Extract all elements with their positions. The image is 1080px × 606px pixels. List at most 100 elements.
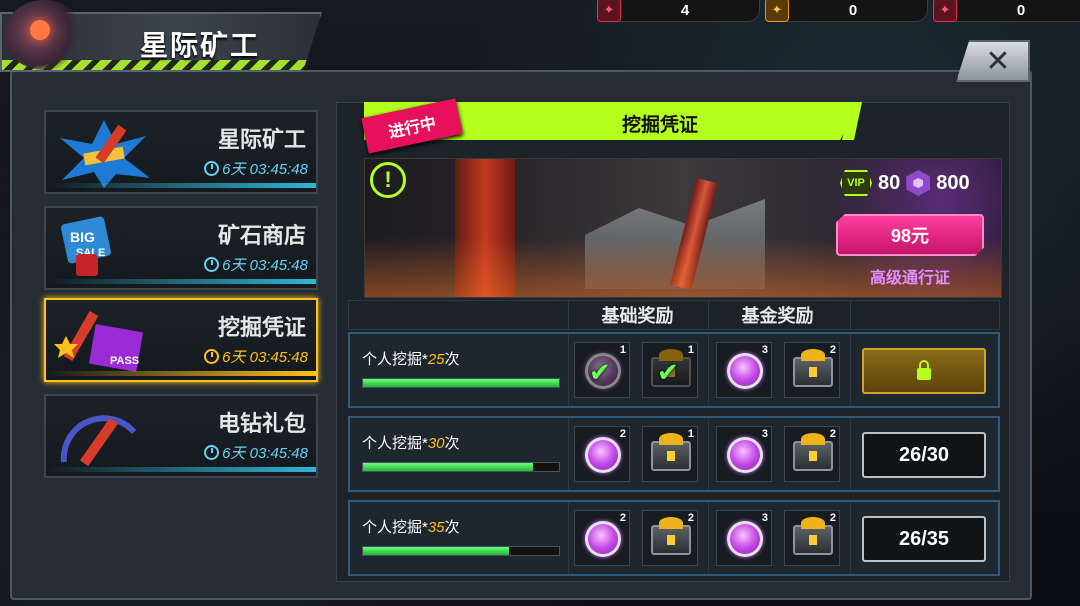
reward-item-slot[interactable]: 1 ✔ [642,342,698,398]
progress-button[interactable]: 26/30 [862,432,986,478]
goal-suffix: 次 [444,435,460,452]
tab-label: 星际矿工 [217,127,306,152]
tab-timer: 6天 03:45:48 [204,158,308,179]
cell-divider [708,502,709,574]
reward-item-slot[interactable]: 2 [642,510,698,566]
resource-value: 0 [1016,2,1026,19]
tab-timer: 6天 03:45:48 [204,442,308,463]
tab-underline [46,467,316,472]
goal-text: 个人挖掘* [362,519,428,536]
timer-icon [204,257,220,272]
goal-progress-bar [362,462,560,472]
cell-divider [708,418,709,490]
item-quantity: 2 [687,512,694,524]
reward-item-slot[interactable]: 2 [574,510,630,566]
reward-item-slot[interactable]: 1 ✔ [574,342,630,398]
reward-item-slot[interactable]: 2 [784,510,840,566]
timer-icon [204,445,220,460]
timer-icon [204,161,220,176]
column-fund-reward: 基金奖励 [708,300,846,330]
item-quantity: 2 [829,512,836,524]
progress-fill [363,379,559,387]
pink-drill-icon: ✦ [933,0,957,22]
treasure-chest-icon [793,517,833,555]
resource-counter-red-drill: ✦ 4 [597,0,760,22]
tab-label: 挖掘凭证 [217,315,306,340]
row-goal-label: 个人挖掘*35次 [362,516,460,537]
cell-divider [850,418,851,490]
tab-dig-pass[interactable]: PASS 挖掘凭证 6天 03:45:48 [44,298,318,382]
goal-suffix: 次 [444,519,460,536]
tab-time-text: 6天 03:45:48 [222,445,308,462]
goal-count: 30 [427,435,445,452]
goal-count: 35 [427,519,445,536]
tab-interstellar-miner[interactable]: 星际矿工 6天 03:45:48 [44,110,318,194]
close-icon: ✕ [985,44,1011,78]
buy-pass-button[interactable]: 98元 [836,214,984,256]
page-title: 星际矿工 [140,30,261,61]
item-quantity: 2 [829,344,836,356]
progress-text: 26/35 [898,527,950,550]
gold-drill-icon: ✦ [765,0,789,22]
goal-progress-bar [362,378,560,388]
item-quantity: 3 [761,344,768,356]
mining-sale-icon [60,120,150,188]
tab-time-text: 6天 03:45:48 [222,349,308,366]
check-icon: ✔ [589,357,611,387]
reward-item-slot[interactable]: 1 [642,426,698,482]
goal-text: 个人挖掘* [362,351,428,368]
item-quantity: 1 [687,428,694,440]
reward-item-slot[interactable]: 3 [716,342,772,398]
column-basic-reward: 基础奖励 [568,300,706,330]
pass-reward-summary: VIP 80 800 [840,170,970,196]
item-quantity: 2 [619,428,626,440]
tab-ore-shop[interactable]: BIG SALE 矿石商店 6天 03:45:48 [44,206,318,290]
progress-button[interactable]: 26/35 [862,516,986,562]
treasure-chest-icon [793,433,833,471]
goal-count: 25 [427,351,445,368]
tab-time-text: 6天 03:45:48 [222,161,308,178]
reward-item-slot[interactable]: 2 [784,342,840,398]
big-sale-icon: BIG SALE [61,216,111,276]
locked-claim-button[interactable] [862,348,986,394]
item-quantity: 3 [761,428,768,440]
gem-icon [906,170,931,196]
reward-item-slot[interactable]: 2 [574,426,630,482]
info-icon[interactable]: ! [370,162,406,198]
tab-drill-pack[interactable]: 电钻礼包 6天 03:45:48 [44,394,318,478]
resource-value: 4 [680,2,690,19]
item-quantity: 2 [829,428,836,440]
tab-label: 电钻礼包 [217,411,306,436]
lock-icon [917,360,931,380]
item-quantity: 1 [619,344,626,356]
reward-item-slot[interactable]: 3 [716,510,772,566]
tab-timer: 6天 03:45:48 [204,346,308,367]
tab-underline [46,183,316,188]
vip-points: 80 [878,171,901,194]
tab-underline [46,279,316,284]
reward-item-slot[interactable]: 2 [784,426,840,482]
goal-suffix: 次 [444,351,460,368]
progress-fill [363,463,533,471]
item-quantity: 3 [761,512,768,524]
tab-time-text: 6天 03:45:48 [222,257,308,274]
check-icon: ✔ [657,357,679,387]
treasure-chest-icon [793,349,833,387]
cell-divider [850,502,851,574]
treasure-chest-icon [651,433,691,471]
tab-underline [46,371,316,376]
bottlecap-icon [727,521,763,557]
event-title: 挖掘凭证 [621,115,698,136]
column-action [850,300,1000,330]
cell-divider [568,502,569,574]
cell-divider [708,334,709,406]
item-quantity: 1 [687,344,694,356]
bottlecap-icon [727,437,763,473]
cell-divider [568,418,569,490]
bottlecap-icon [585,521,621,557]
bottlecap-icon [585,437,621,473]
pass-icon: PASS [54,310,144,372]
progress-fill [363,547,509,555]
progress-text: 26/30 [898,443,950,466]
reward-item-slot[interactable]: 3 [716,426,772,482]
